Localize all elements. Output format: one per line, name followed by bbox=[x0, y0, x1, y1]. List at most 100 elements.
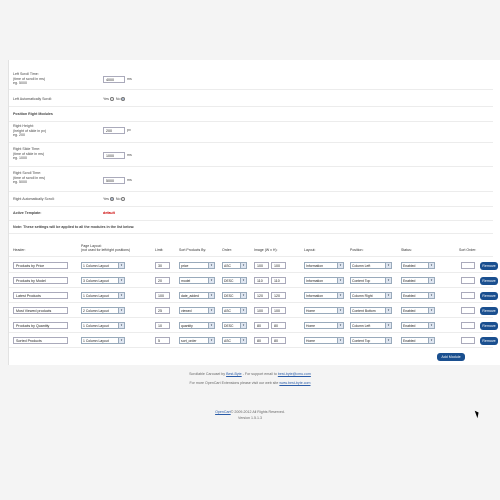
page-layout-select[interactable]: 1 Column Layout ▾ bbox=[81, 292, 125, 299]
layout-select[interactable]: Home ▾ bbox=[304, 307, 344, 314]
status-select[interactable]: Enabled ▾ bbox=[401, 262, 435, 269]
limit-input[interactable]: 10 bbox=[155, 322, 170, 329]
image-width-input[interactable]: 80 bbox=[254, 337, 269, 344]
remove-button[interactable]: Remove bbox=[480, 276, 498, 285]
position-select[interactable]: Column Left ▾ bbox=[350, 262, 392, 269]
sort-order-input[interactable] bbox=[461, 307, 475, 314]
layout-select-value: Home bbox=[306, 339, 316, 343]
image-width-input-value: 100 bbox=[257, 309, 263, 313]
website-link[interactable]: www.best-byte.com bbox=[279, 381, 310, 385]
left-scroll-time-input[interactable]: 4000 bbox=[103, 76, 125, 83]
image-height-input[interactable]: 110 bbox=[271, 277, 286, 284]
sort-select[interactable]: sort_order ▾ bbox=[179, 337, 215, 344]
sort-order-input[interactable] bbox=[461, 262, 475, 269]
image-width-input-value: 100 bbox=[257, 264, 263, 268]
position-select[interactable]: Content Bottom ▾ bbox=[350, 307, 392, 314]
image-height-input[interactable]: 100 bbox=[271, 262, 286, 269]
image-height-input[interactable]: 100 bbox=[271, 307, 286, 314]
status-select[interactable]: Enabled ▾ bbox=[401, 337, 435, 344]
order-select[interactable]: DESC ▾ bbox=[222, 322, 247, 329]
chevron-down-icon: ▾ bbox=[240, 278, 246, 283]
position-select[interactable]: Content Top ▾ bbox=[350, 337, 392, 344]
remove-button[interactable]: Remove bbox=[480, 291, 498, 300]
support-email-link[interactable]: best-byte@cmu.com bbox=[278, 372, 311, 376]
page-layout-select-value: 1 Column Layout bbox=[83, 294, 109, 298]
layout-select[interactable]: Information ▾ bbox=[304, 292, 344, 299]
opencart-link[interactable]: OpenCart bbox=[215, 410, 231, 414]
sort-select[interactable]: price ▾ bbox=[179, 262, 215, 269]
best-byte-link[interactable]: Best-Byte bbox=[226, 372, 242, 376]
limit-input[interactable]: 100 bbox=[155, 292, 170, 299]
no-label: No bbox=[115, 97, 121, 101]
page-layout-select-value: 1 Column Layout bbox=[83, 264, 109, 268]
status-select[interactable]: Enabled ▾ bbox=[401, 322, 435, 329]
right-auto-scroll-yes-radio[interactable] bbox=[109, 197, 114, 202]
layout-select[interactable]: Home ▾ bbox=[304, 337, 344, 344]
limit-input[interactable]: 25 bbox=[155, 307, 170, 314]
image-width-input-value: 80 bbox=[257, 339, 261, 343]
sort-order-input[interactable] bbox=[461, 337, 475, 344]
footer-text: For more OpenCart Extensions please visi… bbox=[189, 381, 279, 385]
order-select[interactable]: ASC ▾ bbox=[222, 307, 247, 314]
page-layout-select[interactable]: 1 Column Layout ▾ bbox=[81, 322, 125, 329]
image-width-input[interactable]: 100 bbox=[254, 262, 269, 269]
header-input[interactable]: Products by Quantity bbox=[13, 322, 68, 329]
status-select[interactable]: Enabled ▾ bbox=[401, 307, 435, 314]
right-slide-time-input[interactable]: 1000 bbox=[103, 152, 125, 159]
status-select[interactable]: Enabled ▾ bbox=[401, 277, 435, 284]
status-select-value: Enabled bbox=[403, 309, 416, 313]
left-auto-scroll-no-radio[interactable] bbox=[121, 97, 126, 102]
limit-input[interactable]: 20 bbox=[155, 277, 170, 284]
limit-input[interactable]: 30 bbox=[155, 262, 170, 269]
status-select-value: Enabled bbox=[403, 264, 416, 268]
status-select[interactable]: Enabled ▾ bbox=[401, 292, 435, 299]
header-input[interactable]: Latest Products bbox=[13, 292, 68, 299]
page-layout-select[interactable]: 3 Column Layout ▾ bbox=[81, 277, 125, 284]
image-height-input[interactable]: 120 bbox=[271, 292, 286, 299]
sort-order-input[interactable] bbox=[461, 322, 475, 329]
position-select[interactable]: Content Top ▾ bbox=[350, 277, 392, 284]
right-auto-scroll-no-radio[interactable] bbox=[121, 197, 126, 202]
layout-select[interactable]: Information ▾ bbox=[304, 277, 344, 284]
chevron-down-icon: ▾ bbox=[385, 308, 391, 313]
image-width-input[interactable]: 100 bbox=[254, 307, 269, 314]
right-scroll-time-unit: ms bbox=[127, 178, 132, 182]
left-auto-scroll-yes-radio[interactable] bbox=[109, 97, 114, 102]
image-height-input[interactable]: 80 bbox=[271, 322, 286, 329]
page-layout-select[interactable]: 1 Column Layout ▾ bbox=[81, 337, 125, 344]
layout-select[interactable]: Information ▾ bbox=[304, 262, 344, 269]
position-select[interactable]: Column Right ▾ bbox=[350, 292, 392, 299]
page-layout-select[interactable]: 1 Column Layout ▾ bbox=[81, 262, 125, 269]
position-select[interactable]: Column Left ▾ bbox=[350, 322, 392, 329]
remove-button[interactable]: Remove bbox=[480, 261, 498, 270]
sort-select[interactable]: viewed ▾ bbox=[179, 307, 215, 314]
header-input[interactable]: Products by Price bbox=[13, 262, 68, 269]
order-select[interactable]: DESC ▾ bbox=[222, 292, 247, 299]
header-input[interactable]: Products by Model bbox=[13, 277, 68, 284]
sort-select[interactable]: model ▾ bbox=[179, 277, 215, 284]
remove-button[interactable]: Remove bbox=[480, 336, 498, 345]
order-select[interactable]: DESC ▾ bbox=[222, 277, 247, 284]
position-select-value: Content Top bbox=[352, 279, 371, 283]
right-height-input[interactable]: 200 bbox=[103, 127, 125, 134]
add-module-button[interactable]: Add Module bbox=[437, 353, 465, 361]
sort-order-input[interactable] bbox=[461, 292, 475, 299]
sort-select[interactable]: date_added ▾ bbox=[179, 292, 215, 299]
image-width-input[interactable]: 110 bbox=[254, 277, 269, 284]
order-select[interactable]: ASC ▾ bbox=[222, 337, 247, 344]
header-input[interactable]: Sorted Products bbox=[13, 337, 68, 344]
image-width-input[interactable]: 120 bbox=[254, 292, 269, 299]
order-select[interactable]: ASC ▾ bbox=[222, 262, 247, 269]
layout-select[interactable]: Home ▾ bbox=[304, 322, 344, 329]
remove-button[interactable]: Remove bbox=[480, 321, 498, 330]
sort-order-input[interactable] bbox=[461, 277, 475, 284]
sort-select[interactable]: quantity ▾ bbox=[179, 322, 215, 329]
page-layout-select-value: 1 Column Layout bbox=[83, 324, 109, 328]
remove-button[interactable]: Remove bbox=[480, 306, 498, 315]
page-layout-select[interactable]: 2 Column Layout ▾ bbox=[81, 307, 125, 314]
right-scroll-time-input[interactable]: 5000 bbox=[103, 177, 125, 184]
limit-input[interactable]: 5 bbox=[155, 337, 170, 344]
header-input[interactable]: Most Viewed products bbox=[13, 307, 68, 314]
image-height-input[interactable]: 80 bbox=[271, 337, 286, 344]
image-width-input[interactable]: 80 bbox=[254, 322, 269, 329]
